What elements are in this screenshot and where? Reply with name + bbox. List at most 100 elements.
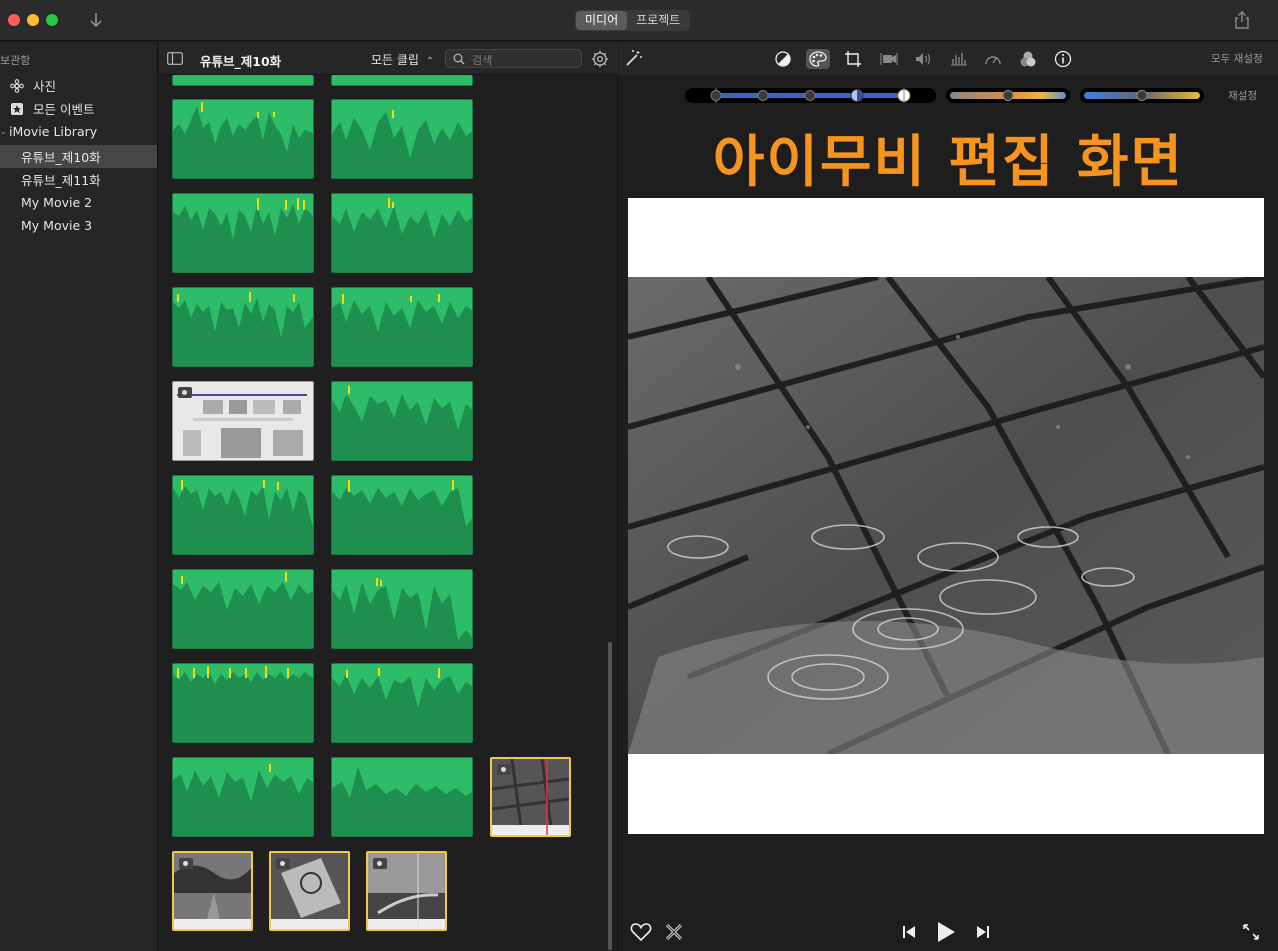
color-balance-icon — [775, 51, 791, 67]
skip-back-icon — [903, 926, 915, 938]
gear-icon[interactable] — [591, 50, 609, 68]
stabilization-button[interactable] — [877, 49, 901, 69]
tab-projects[interactable]: 프로젝트 — [627, 11, 689, 30]
sidebar-item-photos[interactable]: 사진 — [0, 74, 157, 97]
sidebar-item-label: 유튜브_제11화 — [21, 173, 101, 188]
speed-icon — [985, 56, 1001, 65]
volume-button[interactable] — [911, 49, 935, 69]
heart-icon — [630, 923, 652, 942]
import-icon[interactable] — [88, 10, 104, 30]
clip-thumbnail[interactable] — [331, 663, 473, 743]
viewer-pane: 모두 재설정 재설정 아이무비 편집 화면 — [619, 42, 1278, 951]
share-icon[interactable] — [1234, 11, 1250, 29]
camera-icon — [497, 764, 511, 775]
sidebar-item-imovie-library[interactable]: ⌄ iMovie Library — [0, 120, 157, 143]
reject-icon — [665, 923, 683, 941]
reject-button[interactable] — [662, 920, 686, 944]
clip-thumbnail[interactable] — [331, 287, 473, 367]
clip-thumbnail[interactable] — [331, 381, 473, 461]
flower-icon — [9, 78, 25, 94]
camera-icon — [179, 858, 193, 869]
chevron-down-icon[interactable]: ⌄ — [0, 127, 9, 136]
chevron-updown-icon: ⌃ — [425, 56, 435, 67]
media-browser: 유튜브_제10화 모든 클립 ⌃ 검색 — [159, 42, 618, 951]
play-icon — [938, 922, 955, 942]
search-placeholder: 검색 — [472, 54, 493, 67]
speed-button[interactable] — [981, 49, 1005, 69]
preview-image — [628, 277, 1264, 754]
minimize-window-button[interactable] — [27, 14, 39, 26]
info-icon — [1054, 50, 1072, 68]
browser-scrollbar[interactable] — [608, 642, 612, 950]
clip-thumbnail[interactable] — [172, 663, 314, 743]
camera-icon — [178, 387, 192, 398]
crop-icon — [845, 51, 861, 67]
sidebar-item-youtube-10[interactable]: 유튜브_제10화 — [0, 145, 157, 168]
favorite-button[interactable] — [629, 920, 653, 944]
sidebar-header: 보관함 — [0, 54, 31, 67]
library-sidebar: 보관함 사진 모든 이벤트 ⌄ iMovie Library 유튜브_제10화 … — [0, 42, 158, 951]
skip-back-button[interactable] — [897, 920, 921, 944]
clip-thumbnail[interactable] — [331, 757, 473, 837]
noise-reduction-icon — [951, 53, 967, 66]
clip-thumbnail[interactable] — [172, 99, 314, 179]
event-title: 유튜브_제10화 — [200, 54, 282, 69]
color-correction-icon — [809, 51, 827, 67]
clip-thumbnail[interactable] — [331, 75, 473, 86]
fullscreen-button[interactable] — [1239, 920, 1263, 944]
search-field[interactable]: 검색 — [445, 49, 582, 68]
clip-thumbnail[interactable] — [172, 475, 314, 555]
sidebar-item-label: My Movie 3 — [21, 218, 93, 233]
sidebar-item-my-movie-2[interactable]: My Movie 2 — [0, 191, 157, 214]
clip-filter-icon — [1020, 51, 1036, 67]
multicolor-levels-slider[interactable] — [685, 88, 936, 103]
reset-button[interactable]: 재설정 — [1228, 88, 1257, 103]
clip-thumbnail[interactable] — [331, 569, 473, 649]
clip-filter-button[interactable] — [1016, 49, 1040, 69]
clip-thumbnail[interactable] — [172, 757, 314, 837]
tab-media[interactable]: 미디어 — [576, 11, 628, 30]
sidebar-item-label: 사진 — [33, 79, 57, 94]
overlay-title: 아이무비 편집 화면 — [712, 130, 1185, 195]
info-button[interactable] — [1051, 49, 1075, 69]
photo-clip-thumbnail[interactable] — [172, 381, 314, 461]
clip-thumbnail[interactable] — [172, 193, 314, 273]
photo-clip-thumbnail-selected[interactable] — [490, 757, 571, 837]
color-balance-button[interactable] — [771, 49, 795, 69]
zoom-window-button[interactable] — [46, 14, 58, 26]
clip-thumbnail[interactable] — [172, 75, 314, 86]
color-correction-button[interactable] — [806, 49, 830, 69]
sidebar-item-label: My Movie 2 — [21, 195, 93, 210]
clip-filter-dropdown[interactable]: 모든 클립 ⌃ — [371, 51, 434, 68]
sidebar-item-all-events[interactable]: 모든 이벤트 — [0, 97, 157, 120]
media-project-switcher: 미디어 프로젝트 — [575, 10, 691, 31]
clip-thumbnail[interactable] — [331, 475, 473, 555]
clip-thumbnail[interactable] — [331, 99, 473, 179]
sidebar-item-youtube-11[interactable]: 유튜브_제11화 — [0, 168, 157, 191]
sidebar-toggle-icon[interactable] — [167, 52, 183, 65]
skip-forward-icon — [977, 926, 989, 938]
clip-thumbnail[interactable] — [172, 569, 314, 649]
browser-toolbar: 유튜브_제10화 모든 클립 ⌃ 검색 — [159, 42, 618, 75]
sidebar-item-label: 유튜브_제10화 — [21, 150, 101, 165]
photo-clip-thumbnail[interactable] — [172, 851, 253, 931]
magic-wand-icon[interactable] — [623, 49, 643, 69]
video-preview — [628, 198, 1264, 834]
sidebar-item-label: 모든 이벤트 — [33, 102, 95, 117]
expand-icon — [1243, 924, 1259, 940]
volume-icon — [916, 53, 931, 65]
noise-reduction-button[interactable] — [947, 49, 971, 69]
temperature-slider[interactable] — [1080, 88, 1204, 103]
clip-thumbnail[interactable] — [331, 193, 473, 273]
close-window-button[interactable] — [8, 14, 20, 26]
sidebar-item-my-movie-3[interactable]: My Movie 3 — [0, 214, 157, 237]
saturation-slider[interactable] — [946, 88, 1070, 103]
photo-clip-thumbnail[interactable] — [269, 851, 350, 931]
photo-clip-thumbnail[interactable] — [366, 851, 447, 931]
title-bar: 미디어 프로젝트 — [0, 0, 1278, 41]
clip-thumbnail[interactable] — [172, 287, 314, 367]
play-button[interactable] — [934, 920, 958, 944]
crop-button[interactable] — [841, 49, 865, 69]
reset-all-button[interactable]: 모두 재설정 — [1211, 51, 1263, 66]
skip-forward-button[interactable] — [971, 920, 995, 944]
